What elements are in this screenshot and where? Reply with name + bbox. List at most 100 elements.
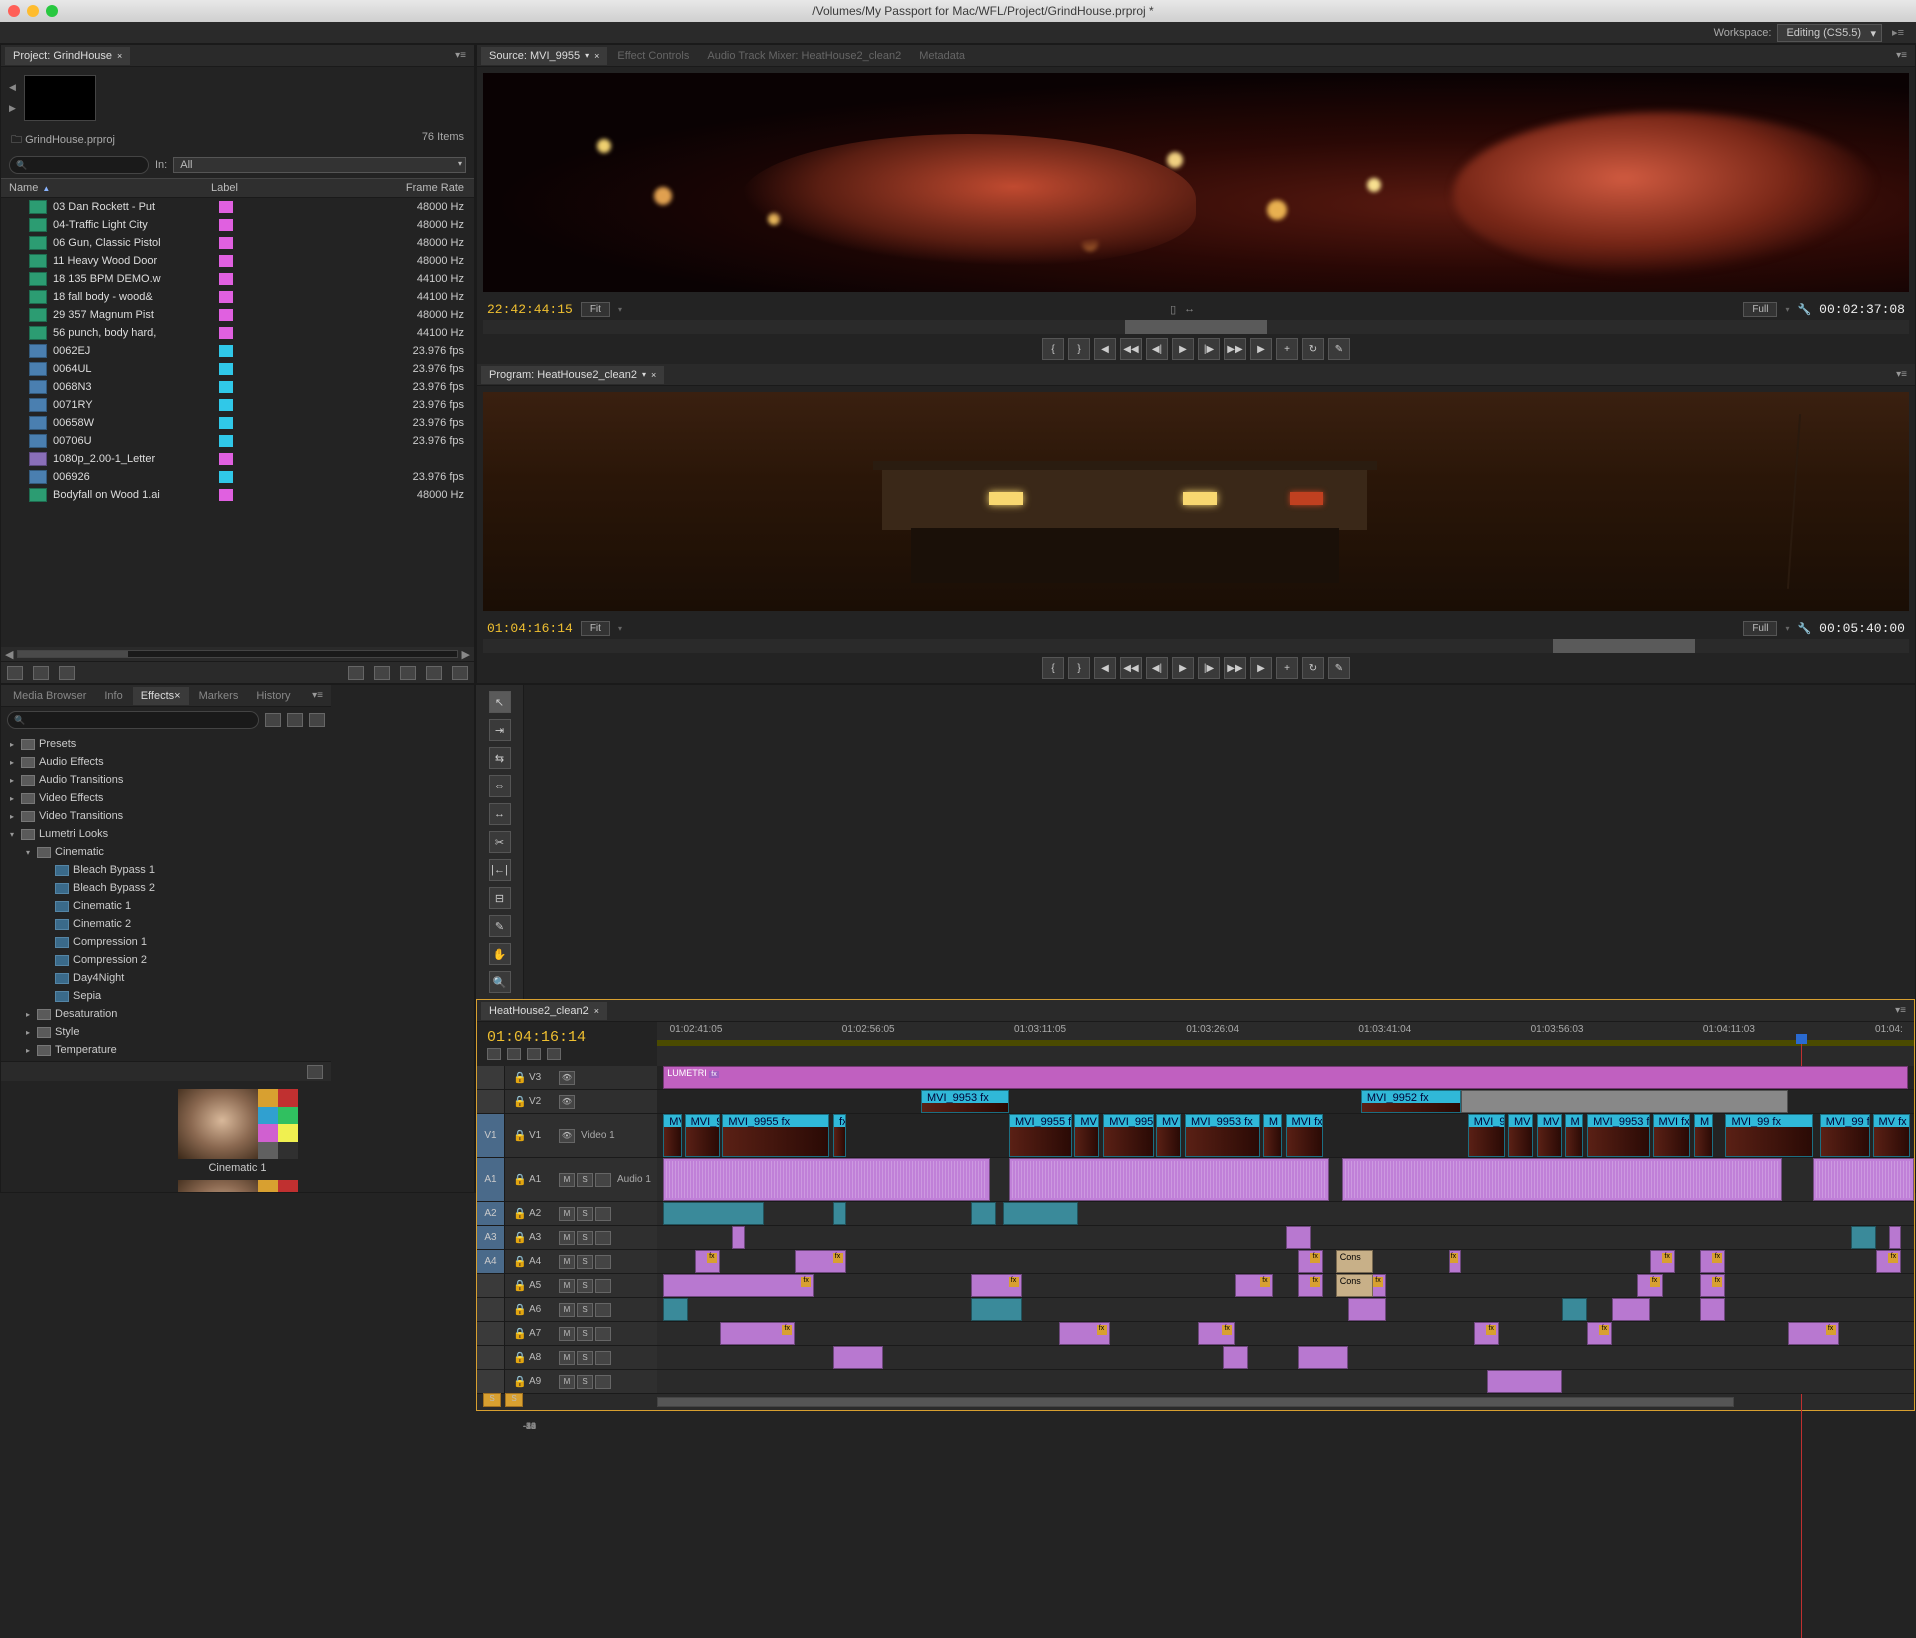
close-tab-icon[interactable]: × bbox=[651, 370, 656, 380]
wrench-icon[interactable]: 🔧 bbox=[1797, 622, 1811, 635]
col-header-rate[interactable]: Frame Rate bbox=[291, 182, 474, 194]
solo-button[interactable]: S bbox=[577, 1207, 593, 1221]
slide-tool[interactable]: ⊟ bbox=[489, 887, 511, 909]
solo-button[interactable]: S bbox=[577, 1231, 593, 1245]
timeline-clip[interactable]: M fx bbox=[1263, 1114, 1282, 1157]
tab-effect-controls[interactable]: Effect Controls bbox=[609, 47, 697, 65]
tree-item[interactable]: ▸ Audio Transitions bbox=[1, 771, 331, 789]
workspace-menu-icon[interactable]: ▸≡ bbox=[1888, 26, 1908, 39]
solo-button[interactable]: S bbox=[577, 1327, 593, 1341]
tab-history[interactable]: History bbox=[248, 687, 298, 705]
track-lane[interactable]: LUMETRI fx bbox=[657, 1066, 1914, 1090]
lock-icon[interactable]: 🔒 bbox=[511, 1207, 529, 1220]
track-source-patch[interactable] bbox=[477, 1066, 505, 1089]
mute-button[interactable]: M bbox=[559, 1207, 575, 1221]
disclosure-icon[interactable]: ▸ bbox=[7, 794, 17, 803]
marker-icon[interactable]: ▯ bbox=[1170, 303, 1176, 316]
lock-icon[interactable]: 🔒 bbox=[511, 1231, 529, 1244]
mute-button[interactable]: M bbox=[559, 1255, 575, 1269]
insert-icon[interactable]: ↔ bbox=[1184, 303, 1195, 315]
transport-button[interactable]: ▶ bbox=[1172, 338, 1194, 360]
lock-icon[interactable]: 🔒 bbox=[511, 1303, 529, 1316]
track-select-tool[interactable]: ⇥ bbox=[489, 719, 511, 741]
look-preset[interactable]: Cinematic 2 bbox=[9, 1180, 466, 1192]
project-row[interactable]: 0062EJ 23.976 fps bbox=[1, 342, 474, 360]
timeline-clip[interactable]: MVI_9952 fx bbox=[1361, 1090, 1462, 1113]
audio-clip[interactable] bbox=[1851, 1226, 1876, 1249]
project-row[interactable]: 00706U 23.976 fps bbox=[1, 432, 474, 450]
minimize-window-button[interactable] bbox=[27, 5, 39, 17]
source-tc-in[interactable]: 22:42:44:15 bbox=[487, 302, 573, 317]
track-header[interactable]: 🔒 A8 MS bbox=[477, 1346, 657, 1370]
program-tc-dur[interactable]: 00:05:40:00 bbox=[1819, 621, 1905, 636]
audio-clip[interactable] bbox=[663, 1298, 688, 1321]
program-fit-dropdown[interactable]: Fit bbox=[581, 621, 610, 636]
project-row[interactable]: Bodyfall on Wood 1.ai 48000 Hz bbox=[1, 486, 474, 504]
razor-tool[interactable]: ✂ bbox=[489, 831, 511, 853]
tree-item[interactable]: ▾ Lumetri Looks bbox=[1, 825, 331, 843]
tree-item[interactable]: Sepia bbox=[1, 987, 331, 1005]
marker-toggle[interactable] bbox=[527, 1048, 541, 1060]
audio-clip[interactable]: fx bbox=[1298, 1250, 1323, 1273]
track-header[interactable]: 🔒 V3 👁 bbox=[477, 1066, 657, 1090]
audio-clip[interactable] bbox=[1286, 1226, 1311, 1249]
disclosure-icon[interactable]: ▸ bbox=[7, 812, 17, 821]
audio-clip[interactable]: fx bbox=[1474, 1322, 1499, 1345]
wrench-icon[interactable]: 🔧 bbox=[1797, 303, 1811, 316]
audio-clip[interactable]: fx bbox=[1198, 1322, 1236, 1345]
track-name[interactable]: A6 bbox=[529, 1304, 559, 1315]
project-row[interactable]: 0068N3 23.976 fps bbox=[1, 378, 474, 396]
project-row[interactable]: 29 357 Magnum Pist 48000 Hz bbox=[1, 306, 474, 324]
source-res-dropdown[interactable]: Full bbox=[1743, 302, 1777, 317]
timeline-clip[interactable]: fx bbox=[833, 1114, 846, 1157]
timeline-hscroll[interactable] bbox=[477, 1394, 1914, 1410]
track-name[interactable]: V3 bbox=[529, 1072, 559, 1083]
effects-tree[interactable]: ▸ Presets▸ Audio Effects▸ Audio Transiti… bbox=[1, 733, 331, 1061]
slip-tool[interactable]: |←| bbox=[489, 859, 511, 881]
icon-view-icon[interactable] bbox=[33, 666, 49, 680]
col-header-name[interactable]: Name▲ bbox=[1, 182, 211, 194]
toggle-output-button[interactable] bbox=[595, 1279, 611, 1293]
label-swatch[interactable] bbox=[219, 291, 233, 303]
disclosure-icon[interactable]: ▸ bbox=[23, 1046, 33, 1055]
new-bin-icon[interactable] bbox=[400, 666, 416, 680]
project-row[interactable]: 18 135 BPM DEMO.w 44100 Hz bbox=[1, 270, 474, 288]
track-lane[interactable]: fxfxfxfxfxfxfxConsCons bbox=[657, 1250, 1914, 1274]
source-scrubber[interactable] bbox=[483, 320, 1909, 334]
clip-lumetri[interactable]: LUMETRI fx bbox=[663, 1066, 1907, 1089]
track-source-patch[interactable]: A3 bbox=[477, 1226, 505, 1249]
toggle-output-button[interactable] bbox=[595, 1207, 611, 1221]
transport-button[interactable]: } bbox=[1068, 657, 1090, 679]
label-swatch[interactable] bbox=[219, 345, 233, 357]
project-row[interactable]: 0064UL 23.976 fps bbox=[1, 360, 474, 378]
rolling-tool[interactable]: ⇔ bbox=[489, 775, 511, 797]
track-name[interactable]: A9 bbox=[529, 1376, 559, 1387]
toggle-output-button[interactable] bbox=[595, 1375, 611, 1389]
transport-button[interactable]: ↻ bbox=[1302, 338, 1324, 360]
audio-clip[interactable]: fx bbox=[695, 1250, 720, 1273]
label-swatch[interactable] bbox=[219, 237, 233, 249]
audio-clip[interactable]: Cons bbox=[1336, 1250, 1374, 1273]
label-swatch[interactable] bbox=[219, 309, 233, 321]
toggle-output-button[interactable]: 👁 bbox=[559, 1095, 575, 1109]
tree-item[interactable]: Bleach Bypass 1 bbox=[1, 861, 331, 879]
track-header[interactable]: 🔒 A6 MS bbox=[477, 1298, 657, 1322]
fx-yuv-icon[interactable] bbox=[309, 713, 325, 727]
look-preset[interactable]: Cinematic 1 bbox=[9, 1089, 466, 1174]
track-header[interactable]: V1 🔒 V1 👁 Video 1 bbox=[477, 1114, 657, 1158]
track-lane[interactable] bbox=[657, 1346, 1914, 1370]
audio-clip[interactable] bbox=[833, 1202, 846, 1225]
fx-accel-icon[interactable] bbox=[265, 713, 281, 727]
toggle-output-button[interactable]: 👁 bbox=[559, 1071, 575, 1085]
source-viewport[interactable] bbox=[483, 73, 1909, 292]
selection-tool[interactable]: ↖ bbox=[489, 691, 511, 713]
solo-button[interactable]: S bbox=[577, 1255, 593, 1269]
toggle-output-button[interactable]: 👁 bbox=[559, 1129, 575, 1143]
panel-menu-icon[interactable]: ▾≡ bbox=[451, 50, 470, 61]
track-source-patch[interactable]: A4 bbox=[477, 1250, 505, 1273]
tree-item[interactable]: Bleach Bypass 2 bbox=[1, 879, 331, 897]
tree-item[interactable]: ▸ Desaturation bbox=[1, 1005, 331, 1023]
track-source-patch[interactable] bbox=[477, 1346, 505, 1369]
label-swatch[interactable] bbox=[219, 399, 233, 411]
audio-clip[interactable] bbox=[833, 1346, 883, 1369]
